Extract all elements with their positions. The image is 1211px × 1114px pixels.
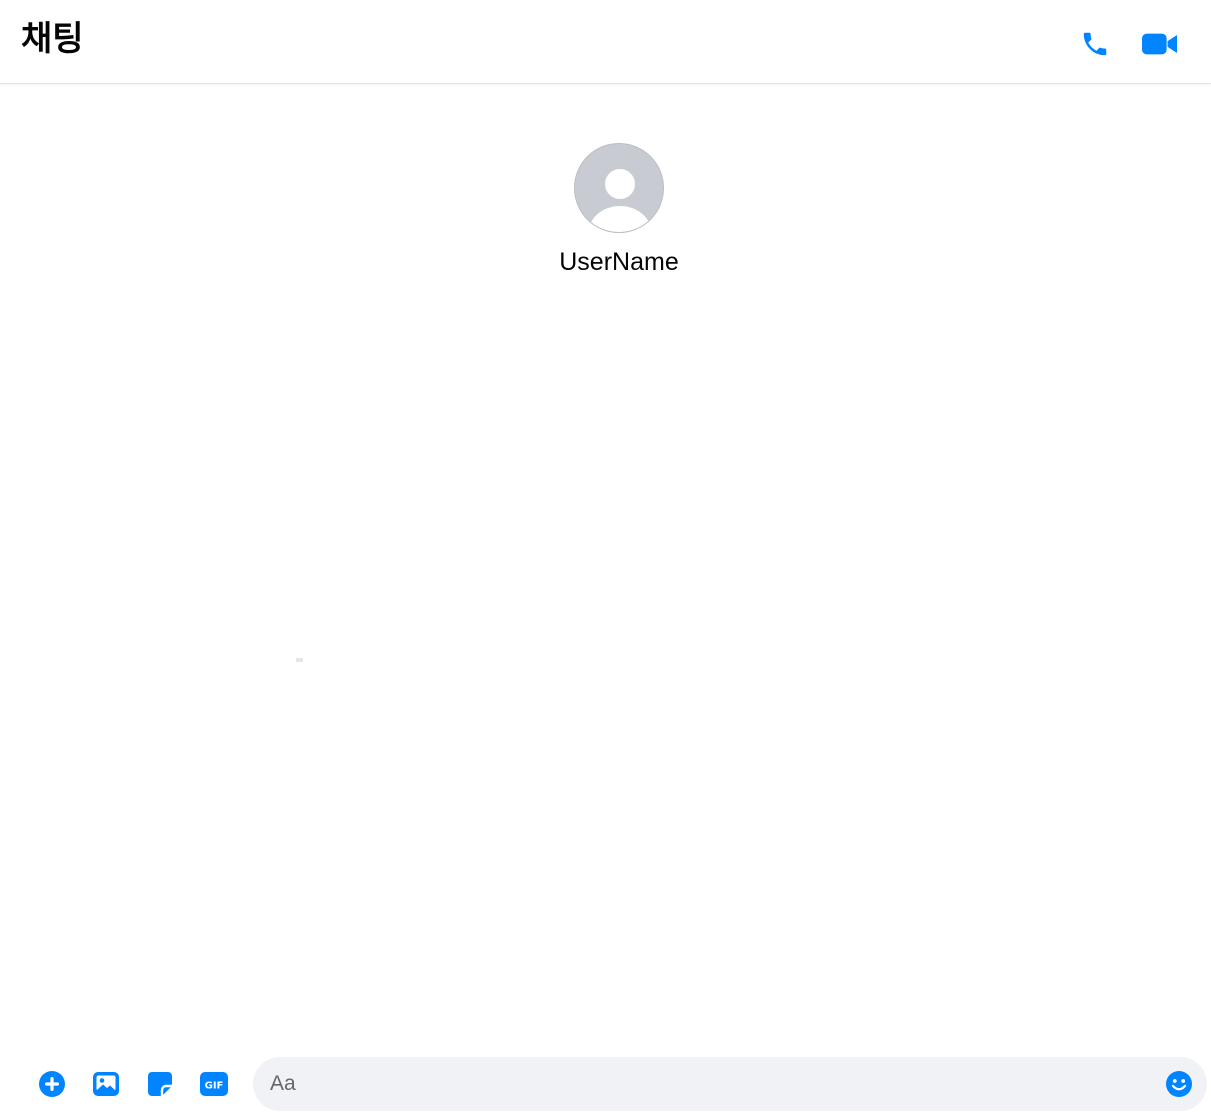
more-actions-button[interactable]: [37, 1069, 67, 1099]
gif-label: GIF: [205, 1081, 224, 1092]
gif-button[interactable]: GIF: [199, 1069, 229, 1099]
conversation-profile: UserName: [0, 143, 1211, 293]
page-title: 채팅: [21, 19, 84, 59]
video-camera-icon: [1142, 33, 1178, 55]
attach-photo-button[interactable]: [91, 1069, 121, 1099]
emoji-button[interactable]: [1165, 1070, 1193, 1098]
avatar[interactable]: [574, 143, 664, 233]
message-input[interactable]: [270, 1057, 1150, 1111]
message-composer: [253, 1057, 1207, 1111]
voice-call-button[interactable]: [1077, 26, 1113, 62]
message-toolbar: GIF: [0, 1052, 1211, 1114]
video-call-button[interactable]: [1142, 26, 1178, 62]
sticker-button[interactable]: [145, 1069, 175, 1099]
gif-icon: GIF: [200, 1072, 228, 1096]
sticker-icon: [148, 1072, 172, 1096]
plus-circle-icon: [39, 1071, 65, 1097]
contact-name[interactable]: UserName: [0, 247, 1211, 277]
default-avatar-icon: [588, 169, 652, 232]
emoji-icon: [1166, 1071, 1192, 1097]
photo-icon: [93, 1072, 119, 1096]
chat-window: 채팅 UserName GIF Aa: [0, 0, 1211, 1114]
blank-placeholder: [296, 658, 303, 662]
chat-header: 채팅: [0, 0, 1211, 84]
phone-icon: [1083, 32, 1107, 56]
